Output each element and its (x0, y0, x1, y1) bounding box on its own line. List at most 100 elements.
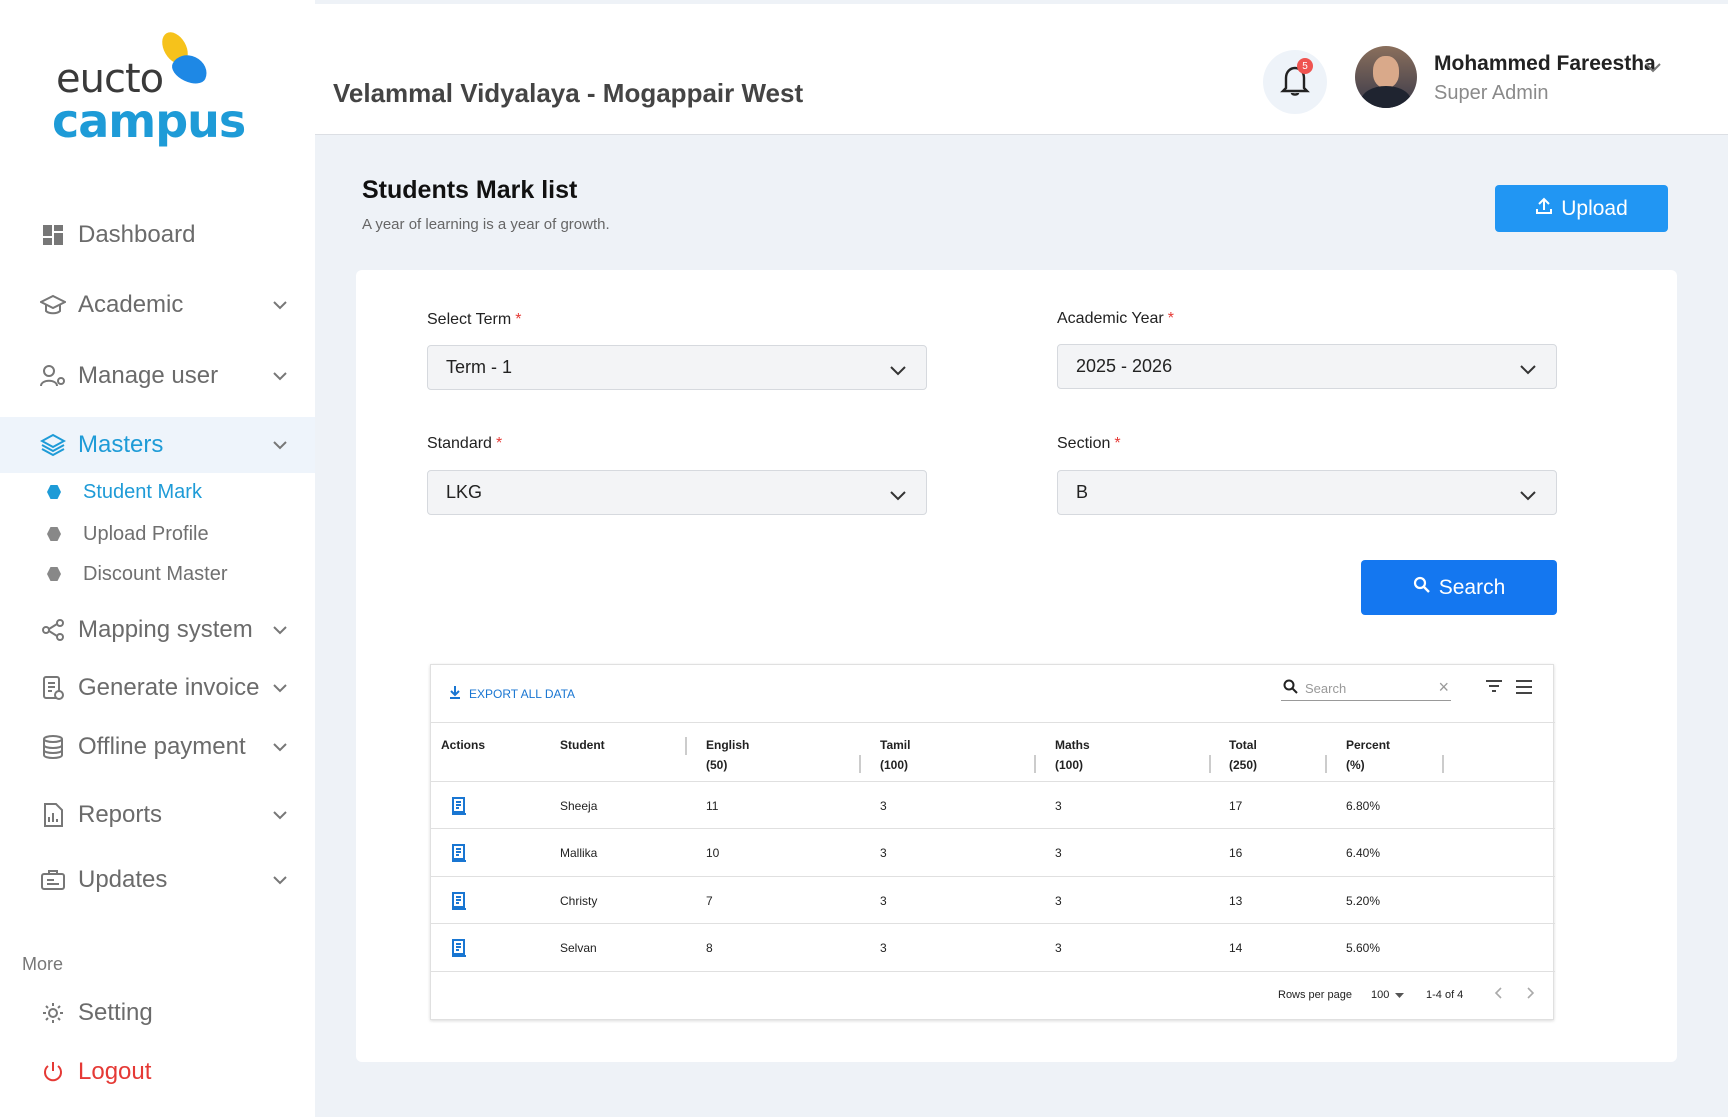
sidebar-item-mapping-system[interactable]: Mapping system (0, 602, 315, 658)
caret-down-icon (1395, 989, 1405, 1001)
cell-english: 11 (706, 799, 719, 813)
chevron-down-icon (1520, 359, 1536, 380)
logo-word-campus: campus (52, 94, 246, 148)
rows-per-page-value: 100 (1371, 989, 1390, 1001)
sidebar-item-masters[interactable]: Masters (0, 417, 315, 473)
search-button[interactable]: Search (1361, 560, 1557, 615)
avatar[interactable] (1355, 46, 1417, 108)
cell-maths: 3 (1055, 846, 1062, 860)
cell-percent: 5.20% (1346, 894, 1381, 908)
edit-marks-icon[interactable] (451, 892, 467, 915)
filter-icon[interactable] (1485, 679, 1503, 698)
notification-button[interactable] (1263, 50, 1327, 114)
search-icon (1413, 576, 1431, 600)
column-separator[interactable] (859, 755, 861, 773)
cell-tamil: 3 (880, 941, 887, 955)
chevron-down-icon (270, 435, 290, 455)
clear-search-icon[interactable]: × (1438, 677, 1449, 698)
column-header-label: Percent (1346, 738, 1391, 752)
upload-button[interactable]: Upload (1495, 185, 1668, 232)
grid-search-input[interactable]: Search × (1281, 677, 1451, 701)
sidebar-item-label: Dashboard (78, 221, 196, 248)
sidebar-item-label: Academic (78, 291, 184, 318)
sidebar: eucto campus Dashboard Academic Manage u… (0, 0, 315, 1117)
cell-total: 14 (1229, 941, 1243, 955)
column-separator[interactable] (1209, 755, 1211, 773)
top-header: Velammal Vidyalaya - Mogappair West Moha… (315, 4, 1728, 135)
rows-per-page-select[interactable]: 100 (1371, 989, 1405, 1001)
column-separator[interactable] (685, 737, 687, 755)
chevron-down-icon (270, 295, 290, 315)
sidebar-item-offline-payment[interactable]: Offline payment (0, 719, 315, 775)
report-icon (40, 802, 66, 828)
previous-page-icon[interactable] (1494, 987, 1502, 1002)
select-term-dropdown[interactable]: Term - 1 (427, 345, 927, 390)
page-subtitle: A year of learning is a year of growth. (362, 216, 610, 233)
search-button-label: Search (1438, 575, 1506, 599)
row-divider (431, 876, 1555, 877)
footer-divider (431, 971, 1555, 972)
sidebar-item-logout[interactable]: Logout (0, 1044, 315, 1100)
database-icon (40, 734, 66, 760)
column-header-tamil[interactable]: Tamil (100) (880, 735, 910, 775)
cell-percent: 6.80% (1346, 799, 1381, 813)
sidebar-subitem-upload-profile[interactable]: Upload Profile (0, 516, 315, 552)
sidebar-item-reports[interactable]: Reports (0, 787, 315, 843)
column-header-student[interactable]: Student (560, 735, 605, 755)
column-header-percent[interactable]: Percent (%) (1346, 735, 1390, 775)
sidebar-subitem-discount-master[interactable]: Discount Master (0, 556, 315, 592)
sidebar-item-label: Reports (78, 801, 163, 828)
row-divider (431, 923, 1555, 924)
sidebar-item-label: Generate invoice (78, 674, 260, 701)
column-separator[interactable] (1442, 755, 1444, 773)
select-term-label-text: Select Term (427, 311, 512, 328)
sidebar-item-updates[interactable]: Updates (0, 852, 315, 908)
user-menu-chevron-down-icon[interactable] (1645, 60, 1661, 78)
eucto-campus-logo[interactable]: eucto campus (52, 26, 246, 148)
academic-year-dropdown[interactable]: 2025 - 2026 (1057, 344, 1557, 389)
sidebar-item-generate-invoice[interactable]: Generate invoice (0, 660, 315, 716)
updates-icon (40, 867, 66, 893)
edit-marks-icon[interactable] (451, 939, 467, 962)
sidebar-item-setting[interactable]: Setting (0, 985, 315, 1041)
layers-icon (40, 432, 66, 458)
user-gear-icon (40, 363, 66, 389)
cell-maths: 3 (1055, 941, 1062, 955)
columns-menu-icon[interactable] (1515, 679, 1533, 700)
sidebar-subitem-student-mark[interactable]: Student Mark (0, 474, 315, 510)
column-header-max: (100) (1055, 758, 1084, 772)
row-divider (431, 828, 1555, 829)
cell-english: 8 (706, 941, 713, 955)
hexagon-bullet-icon (47, 527, 61, 541)
cell-student: Christy (560, 894, 598, 908)
chevron-down-icon (270, 805, 290, 825)
cell-tamil: 3 (880, 799, 887, 813)
sidebar-item-academic[interactable]: Academic (0, 277, 315, 333)
column-header-english[interactable]: English (50) (706, 735, 749, 775)
column-header-actions[interactable]: Actions (441, 735, 485, 755)
search-icon (1283, 679, 1299, 700)
column-header-maths[interactable]: Maths (100) (1055, 735, 1090, 775)
sidebar-item-label: Setting (78, 999, 153, 1026)
edit-marks-icon[interactable] (451, 797, 467, 820)
sidebar-item-dashboard[interactable]: Dashboard (0, 207, 315, 263)
sidebar-subitem-label: Discount Master (83, 562, 228, 585)
next-page-icon[interactable] (1527, 987, 1535, 1002)
chevron-down-icon (890, 485, 906, 506)
section-dropdown[interactable]: B (1057, 470, 1557, 515)
column-separator[interactable] (1325, 755, 1327, 773)
cell-english: 7 (706, 894, 713, 908)
standard-dropdown[interactable]: LKG (427, 470, 927, 515)
sidebar-item-manage-user[interactable]: Manage user (0, 348, 315, 404)
column-header-total[interactable]: Total (250) (1229, 735, 1257, 775)
column-header-label: English (706, 738, 750, 752)
gear-icon (40, 1000, 66, 1026)
standard-label: Standard * (427, 435, 502, 453)
cell-student: Selvan (560, 941, 597, 955)
edit-marks-icon[interactable] (451, 844, 467, 867)
header-divider (431, 781, 1555, 782)
column-separator[interactable] (1034, 755, 1036, 773)
sidebar-item-label: Updates (78, 866, 168, 893)
export-all-data-button[interactable]: EXPORT ALL DATA (449, 685, 575, 702)
power-icon (40, 1059, 66, 1085)
